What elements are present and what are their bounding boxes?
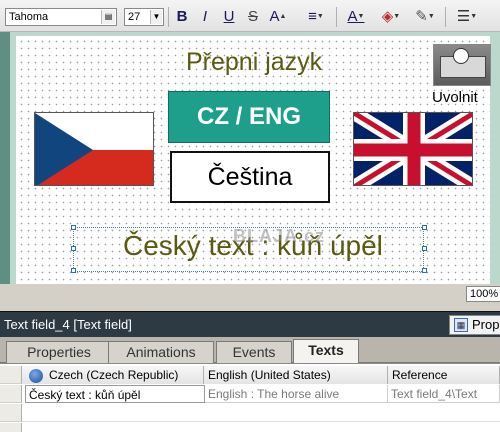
column-header-reference[interactable]: Reference — [388, 366, 500, 384]
language-toggle-button[interactable]: CZ / ENG — [168, 91, 330, 143]
release-icon-knob — [453, 48, 469, 64]
resize-handle[interactable] — [71, 246, 76, 251]
line-color-button[interactable]: ✎▼ — [410, 6, 440, 28]
formatting-toolbar: Tahoma ▤ 27 ▼ B I U S A▲ ≡▼ A▼ ◈▼ ✎▼ ☰▼ — [0, 0, 500, 32]
resize-handle[interactable] — [422, 246, 427, 251]
screen-title: Přepni jazyk — [186, 48, 323, 76]
release-label: Uvolnit — [432, 89, 478, 106]
resize-handle[interactable] — [71, 268, 76, 273]
czech-text-cell[interactable]: Český text : kůň úpěl — [25, 385, 205, 403]
row-header — [0, 423, 22, 432]
current-language-field: Čeština — [170, 151, 330, 203]
tab-texts[interactable]: Texts — [293, 339, 359, 364]
align-center-icon: ≡ — [308, 8, 317, 25]
resize-handle[interactable] — [422, 225, 427, 230]
column-header-label: Czech (Czech Republic) — [49, 368, 179, 382]
tab-properties[interactable]: Properties — [6, 341, 112, 363]
resize-handle[interactable] — [422, 268, 427, 273]
align-button[interactable]: ≡▼ — [302, 6, 330, 28]
fill-color-button[interactable]: ◈▼ — [376, 6, 406, 28]
toolbar-separator — [336, 7, 337, 27]
underline-button[interactable]: U — [222, 6, 236, 28]
font-grow-icon: A — [269, 8, 280, 25]
properties-icon: ▦ — [454, 318, 468, 332]
english-text-cell[interactable]: English : The horse alive — [205, 385, 388, 403]
toolbar-separator — [168, 7, 169, 27]
vertical-scrollbar[interactable] — [490, 32, 500, 284]
table-corner — [0, 366, 22, 384]
table-row — [22, 423, 500, 432]
column-header-czech[interactable]: Czech (Czech Republic) — [22, 366, 204, 384]
release-icon[interactable] — [433, 44, 491, 86]
bold-button[interactable]: B — [174, 6, 190, 28]
column-header-english[interactable]: English (United States) — [204, 366, 388, 384]
strikethrough-button[interactable]: S — [246, 6, 260, 28]
pen-icon: ✎ — [415, 8, 428, 25]
chevron-down-icon[interactable]: ▼ — [150, 10, 162, 24]
watermark: BLAJA.cz — [233, 226, 326, 246]
font-family-value: Tahoma — [9, 11, 49, 23]
tab-animations[interactable]: Animations — [108, 341, 214, 363]
row-header[interactable] — [0, 385, 22, 403]
font-color-button[interactable]: A▼ — [342, 6, 370, 28]
zoom-level[interactable]: 100% — [466, 286, 500, 302]
font-family-select[interactable]: Tahoma ▤ — [5, 8, 117, 26]
czech-flag-icon[interactable] — [34, 112, 154, 186]
reference-cell: Text field_4\Text — [388, 385, 500, 403]
toolbar-separator — [445, 7, 446, 27]
app-root: Tahoma ▤ 27 ▼ B I U S A▲ ≡▼ A▼ ◈▼ ✎▼ ☰▼ … — [0, 0, 500, 432]
line-style-button[interactable]: ☰▼ — [452, 6, 482, 28]
resize-handle[interactable] — [71, 225, 76, 230]
font-grow-button[interactable]: A▲ — [266, 6, 290, 28]
uk-flag-icon[interactable] — [353, 112, 473, 186]
tab-events[interactable]: Events — [216, 341, 292, 363]
row-header — [0, 404, 22, 422]
italic-button[interactable]: I — [198, 6, 212, 28]
table-row — [22, 404, 500, 422]
selected-object-title: Text field_4 [Text field] — [4, 317, 132, 332]
line-style-icon: ☰ — [456, 8, 471, 25]
globe-icon — [29, 368, 43, 383]
canvas-frame — [0, 32, 10, 284]
paint-bucket-icon: ◈ — [381, 8, 394, 25]
font-size-value: 27 — [128, 11, 141, 23]
properties-button-label: Prop — [472, 317, 500, 332]
font-color-icon: A — [347, 8, 358, 25]
font-list-icon[interactable]: ▤ — [101, 10, 115, 24]
inspector-header: Text field_4 [Text field] — [0, 311, 500, 337]
properties-button[interactable]: ▦ Prop — [449, 315, 500, 335]
font-size-select[interactable]: 27 ▼ — [124, 8, 164, 26]
